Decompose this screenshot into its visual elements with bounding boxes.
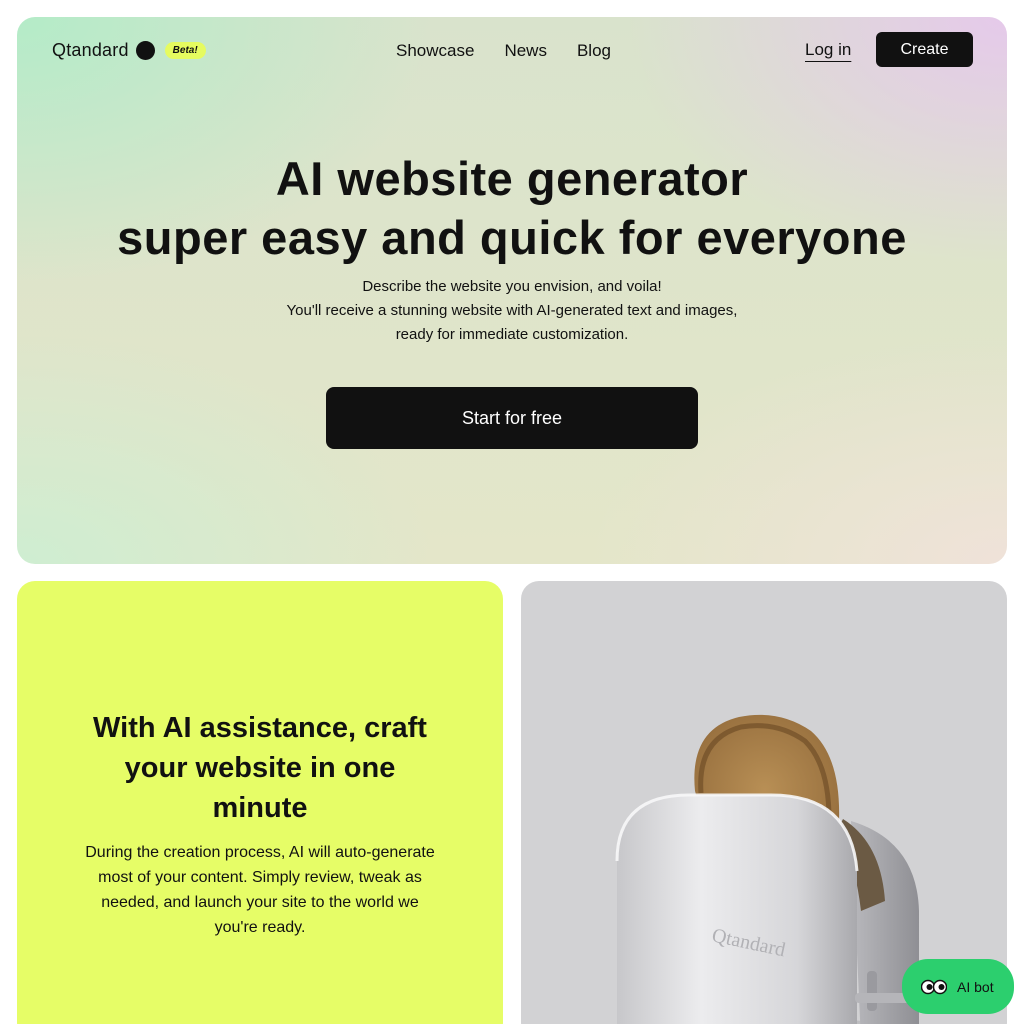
brand-name: Qtandard — [52, 40, 129, 60]
hero-title-line1: AI website generator — [275, 152, 749, 205]
ai-bot-label: AI bot — [957, 978, 994, 995]
brand-logo[interactable]: Qtandard Beta! — [52, 40, 206, 61]
beta-badge: Beta! — [164, 42, 206, 59]
feature-card: With AI assistance, craft your website i… — [17, 581, 503, 1024]
nav-links: Showcase News Blog — [396, 41, 611, 61]
bot-eyes-icon — [921, 979, 947, 994]
ai-bot-button[interactable]: AI bot — [902, 959, 1014, 1014]
hero-title: AI website generator super easy and quic… — [17, 149, 1007, 267]
toaster-image-card: Qtandard — [521, 581, 1007, 1024]
toaster-body — [617, 795, 857, 1024]
top-nav: Qtandard Beta! Showcase News Blog Log in… — [17, 17, 1007, 83]
feature-title: With AI assistance, craft your website i… — [93, 712, 427, 824]
nav-link-news[interactable]: News — [504, 41, 547, 61]
login-link[interactable]: Log in — [805, 40, 851, 60]
toaster-illustration: Qtandard — [615, 714, 919, 1024]
feature-description: During the creation process, AI will aut… — [85, 844, 435, 936]
hero-title-line2: super easy and quick for everyone — [117, 211, 907, 264]
nav-link-blog[interactable]: Blog — [577, 41, 611, 61]
create-button[interactable]: Create — [876, 32, 973, 67]
hero-section: Qtandard Beta! Showcase News Blog Log in… — [17, 17, 1007, 564]
hero-desc-line2: You'll receive a stunning website with A… — [286, 302, 738, 319]
brand-dot-icon — [135, 41, 155, 60]
start-for-free-button[interactable]: Start for free — [326, 387, 698, 449]
hero-description: Describe the website you envision, and v… — [17, 275, 1007, 347]
hero-desc-line1: Describe the website you envision, and v… — [362, 278, 662, 295]
nav-link-showcase[interactable]: Showcase — [396, 41, 474, 61]
hero-desc-line3: ready for immediate customization. — [395, 326, 629, 343]
